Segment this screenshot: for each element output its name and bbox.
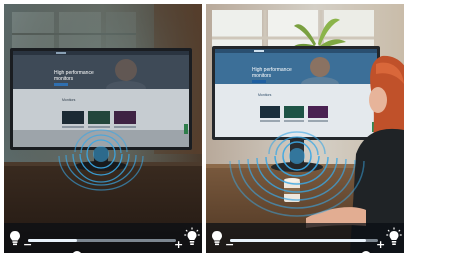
- section-title: Monitors: [62, 98, 76, 102]
- bright-room-panel: High performance monitors Monitors − +: [206, 4, 404, 253]
- hero-headline-2: monitors: [54, 76, 74, 82]
- section-title: Monitors: [258, 93, 272, 97]
- light-bulb-bright-icon: [184, 227, 200, 245]
- slider-thumb[interactable]: [361, 251, 372, 253]
- dim-room-scene: High performance monitors Monitors: [4, 4, 202, 253]
- dim-room-panel: High performance monitors Monitors − +: [4, 4, 202, 253]
- light-bulb-dim-icon: [212, 231, 222, 246]
- brightness-slider[interactable]: [28, 239, 176, 253]
- slider-fill: [28, 239, 77, 242]
- bright-room-scene: High performance monitors Monitors: [206, 4, 404, 253]
- monitor: High performance monitors Monitors: [212, 46, 380, 140]
- slider-thumb[interactable]: [71, 251, 82, 253]
- slider-fill: [230, 239, 367, 242]
- light-bulb-bright-icon: [386, 227, 402, 245]
- brightness-slider[interactable]: [230, 239, 378, 253]
- hero-headline-2: monitors: [252, 73, 272, 79]
- light-bulb-dim-icon: [10, 231, 20, 246]
- comparison-illustration: High performance monitors Monitors − + H…: [0, 0, 452, 257]
- website-hero: [13, 51, 189, 89]
- brightness-control-bar: − +: [4, 223, 202, 253]
- website-hero: [215, 49, 377, 84]
- brightness-control-bar: − +: [206, 223, 404, 253]
- plus-icon[interactable]: +: [376, 239, 385, 250]
- plus-icon[interactable]: +: [174, 239, 183, 250]
